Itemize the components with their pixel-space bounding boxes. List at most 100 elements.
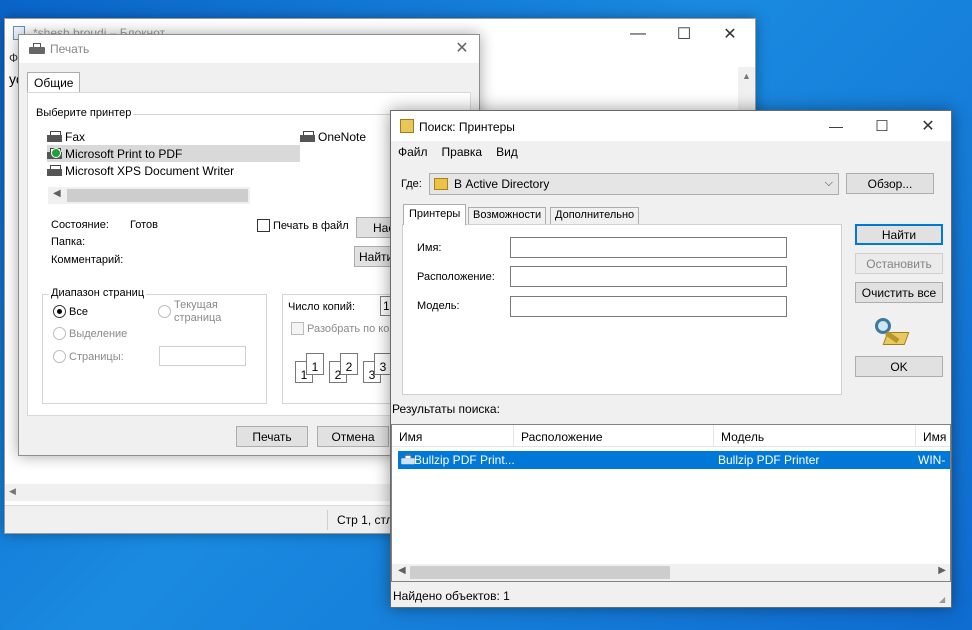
minimize-icon[interactable]: — [813,111,859,141]
tab-features[interactable]: Возможности [468,207,547,225]
copies-label: Число копий: [288,301,356,313]
column-header-server[interactable]: Имя с [916,425,950,447]
comment-label: Комментарий: [51,254,124,266]
minimize-icon[interactable]: — [615,19,661,49]
results-header: Имя Расположение Модель Имя с [392,425,950,447]
scroll-left-icon[interactable]: ◀ [9,486,16,497]
column-header-name[interactable]: Имя [392,425,514,447]
collate-page-icon: 1 [306,353,324,375]
resize-grip-icon[interactable]: ◢ [939,595,949,605]
printer-label: OneNote [318,129,367,144]
model-input[interactable] [510,296,787,317]
printer-item-onenote[interactable]: OneNote [300,128,366,145]
printer-icon [47,130,63,143]
scrollbar-thumb[interactable] [67,189,248,202]
results-label: Результаты поиска: [392,402,500,416]
print-dialog-titlebar: Печать ✕ [19,35,479,63]
print-to-file-checkbox[interactable] [257,219,270,232]
range-all-label: Все [69,306,88,318]
where-dropdown[interactable]: В Active Directory ⌵ [429,173,839,195]
status-separator [327,510,328,530]
location-label: Расположение: [417,271,495,283]
status-found-count: Найдено объектов: 1 [393,589,510,603]
menu-edit[interactable]: Правка [435,143,490,163]
directory-icon [434,178,448,190]
results-horizontal-scrollbar[interactable]: ◀ ▶ [392,564,950,581]
find-printers-menubar: Файл Правка Вид [391,143,951,163]
chevron-down-icon: ⌵ [824,177,833,189]
where-label: Где: [401,178,422,190]
print-button[interactable]: Печать [236,426,308,447]
table-row[interactable]: Bullzip PDF Print... Bullzip PDF Printer… [398,451,950,469]
printer-list-scrollbar[interactable]: ◀ [48,187,250,204]
tab-general[interactable]: Общие [27,72,81,92]
scrollbar-thumb[interactable] [410,566,670,579]
tab-printers[interactable]: Принтеры [403,204,467,225]
range-current-page-radio[interactable] [158,305,171,318]
range-all-radio[interactable] [53,305,66,318]
model-label: Модель: [417,300,460,312]
find-printers-titlebar: Поиск: Принтеры — ☐ ✕ [391,111,951,141]
find-now-button[interactable]: Найти [855,224,943,245]
result-model: Bullzip PDF Printer [718,453,820,467]
printers-tab-panel: Имя: Расположение: Модель: [402,224,842,395]
maximize-icon[interactable]: ☐ [661,19,707,49]
printer-item-microsoft-print-to-pdf[interactable]: Microsoft Print to PDF [47,145,300,162]
print-dialog-title: Печать [50,42,90,56]
range-pages-label: Страницы: [69,351,124,363]
clear-all-button[interactable]: Очистить все [855,282,943,303]
printer-icon [300,130,316,143]
printer-icon [29,43,45,55]
page-range-label: Диапазон страниц [49,287,147,299]
result-name: Bullzip PDF Print... [414,453,514,467]
ok-button[interactable]: OK [855,356,943,377]
printer-label: Microsoft Print to PDF [65,146,183,161]
menu-file[interactable]: Файл [391,143,435,163]
close-icon[interactable]: ✕ [905,111,951,141]
range-current-label-2: страница [174,312,222,324]
maximize-icon[interactable]: ☐ [859,111,905,141]
status-cursor-position: Стр 1, стл [337,513,393,527]
print-to-file-label: Печать в файл [273,220,349,232]
default-printer-check-icon [51,148,61,158]
select-printer-label: Выберите принтер [34,107,134,119]
find-printers-dialog: Поиск: Принтеры — ☐ ✕ Файл Правка Вид Гд… [390,110,952,608]
tab-advanced[interactable]: Дополнительно [550,207,640,225]
where-value: В Active Directory [454,177,550,191]
printer-item-xps-writer[interactable]: Microsoft XPS Document Writer [47,162,234,179]
range-pages-radio[interactable] [53,350,66,363]
result-server: WIN- [918,453,946,467]
scroll-up-icon[interactable]: ▲ [742,71,751,81]
scroll-left-icon[interactable]: ◀ [53,188,61,199]
range-pages-input[interactable] [159,346,246,366]
name-input[interactable] [510,237,787,258]
column-header-location[interactable]: Расположение [514,425,714,447]
column-header-model[interactable]: Модель [714,425,916,447]
close-icon[interactable]: ✕ [707,19,753,49]
collate-page-icon: 2 [340,353,358,375]
result-location [514,451,714,469]
printer-icon [401,454,415,465]
close-icon[interactable]: ✕ [439,34,485,62]
cancel-button[interactable]: Отмена [317,426,389,447]
name-label: Имя: [417,242,442,254]
folder-label: Папка: [51,236,86,248]
printer-icon [47,164,63,177]
collate-checkbox[interactable] [291,322,304,335]
printer-label: Microsoft XPS Document Writer [65,163,235,178]
scroll-right-icon[interactable]: ▶ [938,565,946,576]
menu-view[interactable]: Вид [489,143,525,163]
status-value: Готов [130,219,158,231]
results-list[interactable]: Имя Расположение Модель Имя с Bullzip PD… [391,424,951,582]
find-printers-icon [400,119,414,133]
printer-label: Fax [65,129,86,144]
range-selection-radio[interactable] [53,327,66,340]
printer-item-fax[interactable]: Fax [47,128,85,145]
range-current-label-1: Текущая [174,299,218,311]
notepad-menu-file[interactable]: Ф [9,51,18,65]
location-input[interactable] [510,266,787,287]
stop-button[interactable]: Остановить [855,253,943,274]
scroll-left-icon[interactable]: ◀ [398,565,406,576]
find-printers-title: Поиск: Принтеры [419,120,515,134]
browse-button[interactable]: Обзор... [846,173,934,194]
